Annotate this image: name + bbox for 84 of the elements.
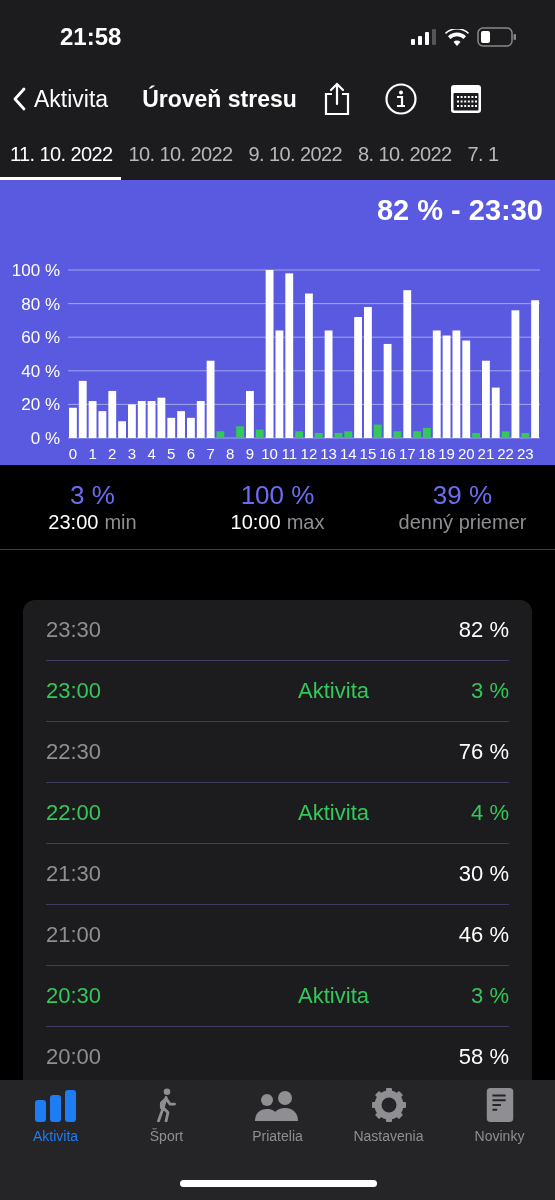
bar bbox=[236, 426, 244, 438]
x-axis-label: 21 bbox=[477, 445, 495, 462]
x-axis-label: 7 bbox=[206, 445, 215, 462]
back-button[interactable]: Aktivita bbox=[12, 85, 109, 113]
row-time: 23:30 bbox=[46, 617, 103, 643]
row-time: 20:30 bbox=[46, 983, 103, 1009]
tab-item[interactable]: Aktivita bbox=[5, 1088, 106, 1144]
x-axis-label: 18 bbox=[418, 445, 436, 462]
x-axis-label: 12 bbox=[300, 445, 318, 462]
signal-icon bbox=[411, 29, 437, 45]
x-axis-label: 8 bbox=[226, 445, 235, 462]
row-time: 21:00 bbox=[46, 922, 103, 948]
document-icon bbox=[485, 1088, 514, 1122]
x-axis-label: 2 bbox=[108, 445, 117, 462]
x-axis-label: 4 bbox=[147, 445, 156, 462]
x-axis-label: 11 bbox=[281, 445, 298, 462]
x-axis-label: 22 bbox=[497, 445, 514, 462]
info-icon[interactable] bbox=[384, 83, 417, 115]
row-value: 82 % bbox=[458, 617, 509, 643]
x-axis-label: 23 bbox=[516, 445, 534, 462]
y-axis-label: 80 % bbox=[21, 294, 60, 314]
row-value: 76 % bbox=[458, 739, 509, 765]
stat-time: 23:00 bbox=[48, 511, 99, 534]
stat-time: 10:00 bbox=[230, 511, 281, 534]
tab-item[interactable]: Šport bbox=[116, 1088, 217, 1144]
x-axis-label: 20 bbox=[457, 445, 475, 462]
y-axis-label: 100 % bbox=[11, 261, 60, 280]
x-axis-label: 15 bbox=[359, 445, 377, 462]
row-value: 30 % bbox=[458, 861, 509, 887]
wifi-icon bbox=[445, 28, 469, 46]
battery-icon bbox=[477, 27, 517, 47]
chart-heading: 82 % - 23:30 bbox=[376, 194, 543, 220]
chevron-left-icon bbox=[12, 87, 26, 111]
x-axis-label: 5 bbox=[167, 445, 176, 462]
tab-item[interactable]: Nastavenia bbox=[338, 1088, 439, 1144]
bar-chart-icon bbox=[34, 1090, 77, 1122]
y-axis-label: 40 % bbox=[21, 361, 60, 381]
tab-item[interactable]: Priatelia bbox=[227, 1088, 328, 1144]
x-axis-label: 9 bbox=[245, 445, 255, 462]
stat-value: 3 % bbox=[70, 480, 115, 511]
row-label: Aktivita bbox=[297, 800, 370, 826]
settings-icon bbox=[371, 1088, 406, 1122]
row-value: 46 % bbox=[458, 922, 509, 948]
x-axis-label: 14 bbox=[339, 445, 357, 462]
x-axis-label: 10 bbox=[261, 445, 278, 462]
date-tab[interactable]: 10. 10. 2022 bbox=[120, 124, 241, 180]
bar bbox=[137, 401, 146, 438]
row-time: 22:00 bbox=[46, 800, 103, 826]
stat-label: max bbox=[286, 511, 325, 534]
x-axis-label: 3 bbox=[127, 445, 137, 462]
screen-title: Úroveň stresu bbox=[142, 85, 297, 113]
date-tab[interactable]: 7. 1 bbox=[459, 124, 507, 180]
row-value: 3 % bbox=[471, 678, 509, 704]
stat-label: min bbox=[104, 511, 137, 534]
x-axis-label: 6 bbox=[186, 445, 196, 462]
x-axis-label: 17 bbox=[398, 445, 416, 462]
x-axis-label: 13 bbox=[320, 445, 337, 462]
row-time: 23:00 bbox=[46, 678, 103, 704]
row-value: 3 % bbox=[471, 983, 509, 1009]
row-label: Aktivita bbox=[297, 678, 370, 704]
x-axis-label: 0 bbox=[68, 445, 78, 462]
row-value: 4 % bbox=[471, 800, 509, 826]
row-time: 22:30 bbox=[46, 739, 103, 765]
stat-label: denný priemer bbox=[398, 511, 527, 534]
x-axis-label: 1 bbox=[88, 445, 97, 462]
row-time: 20:00 bbox=[46, 1044, 103, 1070]
status-time: 21:58 bbox=[60, 23, 122, 51]
stat-value: 100 % bbox=[240, 480, 315, 511]
stat-value: 39 % bbox=[432, 480, 493, 511]
y-axis-label: 0 % bbox=[30, 429, 60, 448]
share-icon[interactable] bbox=[322, 82, 351, 116]
y-axis-label: 20 % bbox=[21, 395, 60, 415]
date-tab[interactable]: 8. 10. 2022 bbox=[350, 124, 460, 180]
y-axis-label: 60 % bbox=[21, 328, 60, 348]
row-time: 21:30 bbox=[46, 861, 103, 887]
row-value: 58 % bbox=[458, 1044, 509, 1070]
row-label: Aktivita bbox=[297, 983, 370, 1009]
date-tab[interactable]: 9. 10. 2022 bbox=[240, 124, 351, 180]
bar bbox=[147, 401, 156, 438]
x-axis-label: 19 bbox=[438, 445, 455, 462]
calendar-icon[interactable] bbox=[450, 85, 481, 113]
people-icon bbox=[254, 1090, 301, 1122]
tab-item[interactable]: Novinky bbox=[449, 1088, 550, 1144]
x-axis-label: 16 bbox=[379, 445, 396, 462]
